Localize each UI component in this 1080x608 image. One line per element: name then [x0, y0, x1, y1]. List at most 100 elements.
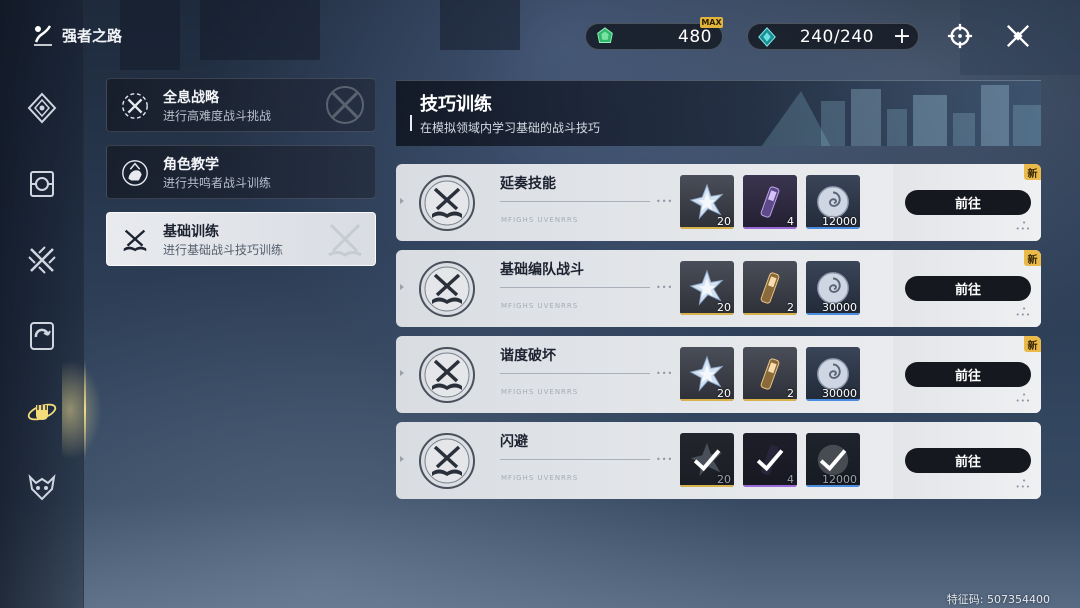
currency-stamina[interactable]: 240/240 +	[747, 23, 919, 50]
diamond-emblem-icon[interactable]	[22, 88, 62, 128]
add-stamina-button[interactable]: +	[888, 25, 916, 47]
go-button[interactable]: 前往	[905, 276, 1031, 301]
page-title-text: 强者之路	[62, 26, 123, 45]
reward-star-crystal[interactable]: 20	[680, 261, 734, 315]
reward-star-crystal[interactable]: 20	[680, 347, 734, 401]
category-watermark-icon	[328, 223, 362, 257]
reward-shell-coin[interactable]: 12000	[806, 433, 860, 487]
rarity-bar	[680, 227, 734, 229]
card-swirl-icon[interactable]	[22, 316, 62, 356]
row-notch	[400, 370, 404, 376]
rarity-bar	[680, 399, 734, 401]
page-title: 强者之路	[30, 22, 122, 48]
banner-subtitle: 在模拟领域内学习基础的战斗技巧	[420, 121, 601, 135]
rarity-bar	[743, 399, 797, 401]
stamina-count: 240/240	[799, 27, 874, 47]
close-x-icon[interactable]	[1004, 22, 1032, 50]
task-divider-dots: •••	[656, 369, 674, 378]
rarity-bar	[680, 313, 734, 315]
task-row: 基础编队战斗 ••• MFIGHS UVENRRS 20 2 30000 前往 …	[396, 250, 1041, 327]
reward-gold-vial[interactable]: 2	[743, 261, 797, 315]
rarity-bar	[743, 485, 797, 487]
reward-purple-vial[interactable]: 4	[743, 433, 797, 487]
banner-title: 技巧训练	[420, 94, 492, 115]
corner-dots: • •••	[1015, 477, 1031, 491]
reward-star-crystal[interactable]: 20	[680, 175, 734, 229]
category-title: 基础训练	[163, 224, 219, 240]
rarity-bar	[743, 313, 797, 315]
gem-count: 480	[678, 27, 712, 47]
feature-code: 特征码: 507354400	[946, 593, 1050, 606]
category-holo-strategy[interactable]: 全息战略 进行高难度战斗挑战	[106, 78, 376, 132]
section-banner: 技巧训练 在模拟领域内学习基础的战斗技巧	[396, 80, 1041, 146]
task-divider	[500, 373, 650, 374]
task-deco-text: MFIGHS UVENRRS	[501, 474, 579, 482]
category-subtitle: 进行高难度战斗挑战	[163, 109, 272, 123]
banner-cityscape-art	[761, 85, 1041, 146]
rail-active-glow	[62, 360, 102, 460]
fist-orbit-icon[interactable]	[22, 391, 62, 431]
max-badge: MAX	[700, 17, 723, 28]
task-name: 基础编队战斗	[500, 262, 584, 278]
row-notch	[400, 284, 404, 290]
holo-strategy-icon	[119, 90, 151, 122]
character-silhouette-icon	[119, 157, 151, 189]
task-divider	[500, 201, 650, 202]
banner-accent-bar	[410, 115, 412, 131]
green-gem-icon	[592, 25, 618, 49]
corner-dots: • •••	[1015, 305, 1031, 319]
rarity-bar	[806, 399, 860, 401]
go-button[interactable]: 前往	[905, 448, 1031, 473]
category-title: 全息战略	[163, 90, 219, 106]
category-title: 角色教学	[163, 157, 219, 173]
task-deco-text: MFIGHS UVENRRS	[501, 216, 579, 224]
checkmark-icon	[693, 449, 721, 472]
checkmark-icon	[756, 449, 784, 472]
reward-gold-vial[interactable]: 2	[743, 347, 797, 401]
go-button[interactable]: 前往	[905, 362, 1031, 387]
category-basic-training[interactable]: 基础训练 进行基础战斗技巧训练	[106, 212, 376, 266]
task-row: 闪避 ••• MFIGHS UVENRRS 20 4 12000 前往 • •••	[396, 422, 1041, 499]
checkmark-icon	[819, 449, 847, 472]
rarity-bar	[806, 485, 860, 487]
row-notch	[400, 198, 404, 204]
category-subtitle: 进行基础战斗技巧训练	[163, 243, 284, 257]
rail-active-indicator	[84, 360, 86, 460]
reward-shell-coin[interactable]: 12000	[806, 175, 860, 229]
task-name: 谐度破坏	[500, 348, 556, 364]
corner-dots: • •••	[1015, 391, 1031, 405]
crossed-swords-icon[interactable]	[22, 240, 62, 280]
go-button[interactable]: 前往	[905, 190, 1031, 215]
task-row: 谐度破坏 ••• MFIGHS UVENRRS 20 2 30000 前往 新 …	[396, 336, 1041, 413]
teal-crystal-icon	[754, 25, 780, 49]
reward-shell-coin[interactable]: 30000	[806, 347, 860, 401]
new-badge: 新	[1024, 250, 1041, 266]
shield-card-icon[interactable]	[22, 164, 62, 204]
swords-book-emblem-icon	[419, 175, 475, 231]
rarity-bar	[806, 313, 860, 315]
target-crosshair-icon[interactable]	[946, 22, 974, 50]
swords-book-icon	[119, 224, 151, 256]
corner-dots: • •••	[1015, 219, 1031, 233]
task-name: 延奏技能	[500, 176, 556, 192]
task-deco-text: MFIGHS UVENRRS	[501, 388, 579, 396]
task-deco-text: MFIGHS UVENRRS	[501, 302, 579, 310]
new-badge: 新	[1024, 164, 1041, 180]
row-notch	[400, 456, 404, 462]
rarity-bar	[743, 227, 797, 229]
road-emblem-icon	[34, 25, 52, 46]
reward-star-crystal[interactable]: 20	[680, 433, 734, 487]
swords-book-emblem-icon	[419, 347, 475, 403]
category-character-tutorial[interactable]: 角色教学 进行共鸣者战斗训练	[106, 145, 376, 199]
demon-mask-icon[interactable]	[22, 467, 62, 507]
task-name: 闪避	[500, 434, 528, 450]
task-divider	[500, 459, 650, 460]
task-divider-dots: •••	[656, 455, 674, 464]
task-divider	[500, 287, 650, 288]
task-divider-dots: •••	[656, 283, 674, 292]
reward-purple-vial[interactable]: 4	[743, 175, 797, 229]
rarity-bar	[806, 227, 860, 229]
swords-book-emblem-icon	[419, 433, 475, 489]
task-divider-dots: •••	[656, 197, 674, 206]
reward-shell-coin[interactable]: 30000	[806, 261, 860, 315]
